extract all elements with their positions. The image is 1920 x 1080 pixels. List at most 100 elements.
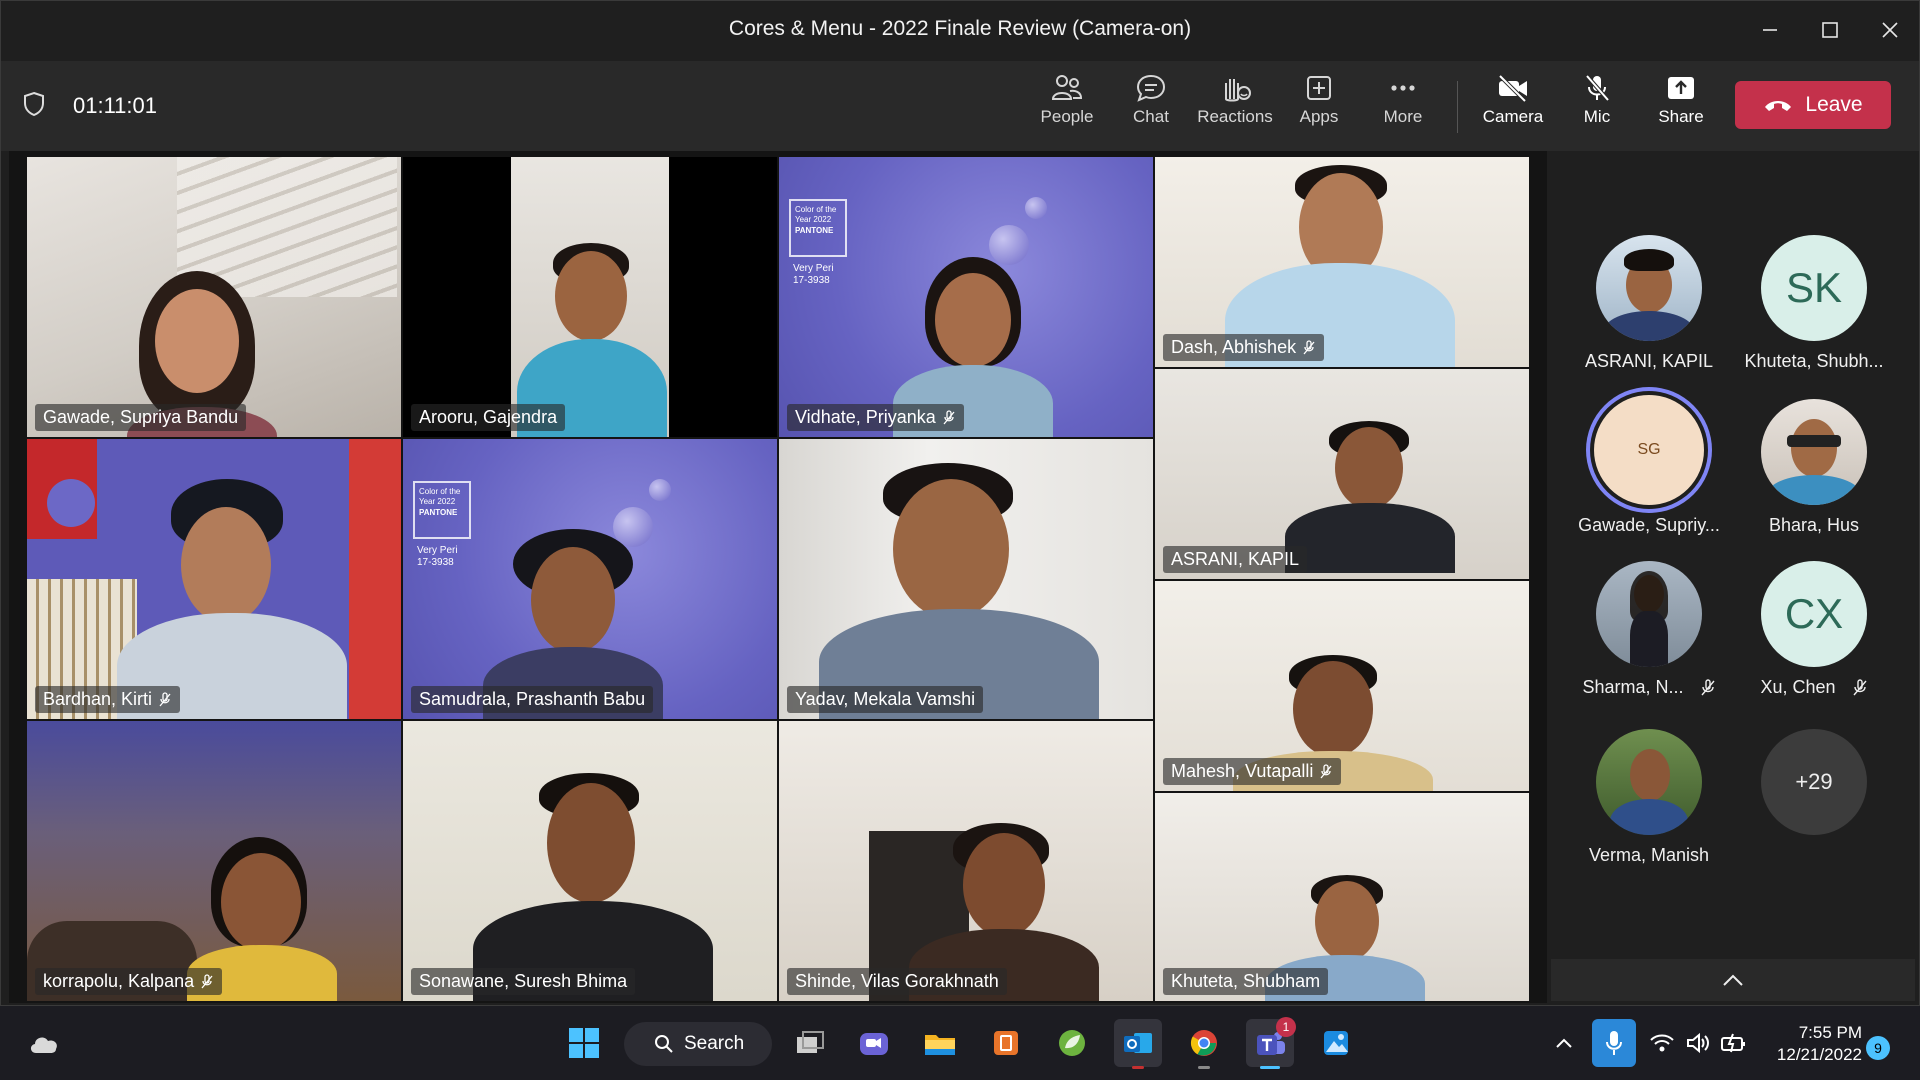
roster-participant[interactable]: SK Khuteta, Shubh... bbox=[1729, 235, 1899, 372]
office-icon bbox=[994, 1031, 1018, 1055]
avatar: SG bbox=[1594, 395, 1704, 505]
roster-participant-speaking[interactable]: SG Gawade, Supriy... bbox=[1564, 395, 1734, 536]
video-tile[interactable]: korrapolu, Kalpana bbox=[27, 721, 401, 1001]
teams-meeting-window: Cores & Menu - 2022 Finale Review (Camer… bbox=[0, 0, 1920, 1006]
leave-label: Leave bbox=[1805, 93, 1863, 116]
speaker-icon bbox=[1687, 1032, 1709, 1054]
spring-tool-app[interactable] bbox=[1048, 1019, 1096, 1067]
roster-name: ASRANI, KAPIL bbox=[1584, 351, 1714, 371]
roster-name: Sharma, N... bbox=[1582, 677, 1684, 697]
participant-name: Dash, Abhishek bbox=[1171, 337, 1297, 357]
maximize-button[interactable] bbox=[1801, 7, 1859, 53]
participant-name: Samudrala, Prashanth Babu bbox=[419, 689, 646, 709]
avatar bbox=[1761, 399, 1867, 505]
microphone-in-use[interactable] bbox=[1592, 1019, 1636, 1067]
video-tile[interactable]: Gawade, Supriya Bandu bbox=[27, 157, 401, 437]
participant-name-label: Samudrala, Prashanth Babu bbox=[411, 686, 654, 713]
video-tile[interactable]: Color of the Year 2022 PANTONE Very Peri 1… bbox=[403, 439, 777, 719]
more-label: More bbox=[1383, 107, 1423, 126]
shield-icon bbox=[24, 91, 44, 117]
title-bar: Cores & Menu - 2022 Finale Review (Camer… bbox=[1, 1, 1919, 61]
share-button[interactable]: Share bbox=[1641, 73, 1721, 143]
participant-name: ASRANI, KAPIL bbox=[1171, 549, 1300, 569]
chat-button[interactable]: Chat bbox=[1111, 73, 1191, 143]
wifi-icon bbox=[1650, 1034, 1674, 1052]
apps-icon bbox=[1307, 76, 1331, 100]
volume-control[interactable] bbox=[1680, 1019, 1716, 1067]
camera-label: Camera bbox=[1482, 107, 1544, 126]
reactions-icon bbox=[1225, 79, 1251, 102]
people-icon bbox=[1051, 75, 1083, 100]
teams-app[interactable]: 1 bbox=[1246, 1017, 1296, 1069]
roster-participant[interactable]: CX Xu, Chen bbox=[1729, 561, 1899, 698]
pantone-name: Very Peri bbox=[793, 263, 834, 274]
outlook-app[interactable] bbox=[1114, 1019, 1162, 1069]
pantone-code: 17-3938 bbox=[417, 557, 454, 568]
chevron-up-icon bbox=[1556, 1038, 1572, 1048]
video-tile[interactable]: Mahesh, Vutapalli bbox=[1155, 581, 1529, 791]
meeting-toolbar: 01:11:01 People Chat Reactions Apps More… bbox=[1, 61, 1919, 151]
participant-name-label: Vidhate, Priyanka bbox=[787, 404, 964, 431]
file-explorer-app[interactable] bbox=[916, 1019, 964, 1067]
show-hidden-icons[interactable] bbox=[1548, 1019, 1580, 1067]
windows-logo-icon bbox=[569, 1028, 599, 1058]
teams-chat-app[interactable] bbox=[850, 1019, 898, 1067]
video-tile[interactable]: Shinde, Vilas Gorakhnath bbox=[779, 721, 1153, 1001]
participant-name-label: Shinde, Vilas Gorakhnath bbox=[787, 968, 1007, 995]
close-button[interactable] bbox=[1861, 7, 1919, 53]
mic-muted-icon bbox=[1303, 339, 1315, 354]
people-button[interactable]: People bbox=[1027, 73, 1107, 143]
roster-participant[interactable]: ASRANI, KAPIL bbox=[1564, 235, 1734, 372]
weather-widget[interactable] bbox=[20, 1019, 68, 1067]
pantone-caption: Color of the Year 2022 bbox=[795, 205, 837, 225]
start-button[interactable] bbox=[560, 1019, 608, 1067]
more-button[interactable]: More bbox=[1363, 73, 1443, 143]
video-tile[interactable]: Sonawane, Suresh Bhima bbox=[403, 721, 777, 1001]
camera-button[interactable]: Camera bbox=[1473, 73, 1553, 143]
system-clock[interactable]: 7:55 PM 12/21/2022 bbox=[1762, 1022, 1862, 1066]
expand-roster-button[interactable] bbox=[1551, 959, 1915, 1001]
participant-name: Gawade, Supriya Bandu bbox=[43, 407, 239, 427]
roster-name: Bhara, Hus bbox=[1768, 515, 1860, 535]
video-tile[interactable]: Dash, Abhishek bbox=[1155, 157, 1529, 367]
pantone-brand: PANTONE bbox=[795, 225, 834, 235]
notification-count-badge[interactable]: 9 bbox=[1866, 1036, 1890, 1060]
video-tile[interactable]: Khuteta, Shubham bbox=[1155, 793, 1529, 1001]
video-tile[interactable]: Yadav, Mekala Vamshi bbox=[779, 439, 1153, 719]
roster-participant[interactable]: Bhara, Hus bbox=[1729, 399, 1899, 536]
battery-status[interactable] bbox=[1716, 1019, 1752, 1067]
wifi-status[interactable] bbox=[1644, 1019, 1680, 1067]
video-tile[interactable]: ASRANI, KAPIL bbox=[1155, 369, 1529, 579]
chrome-app[interactable] bbox=[1180, 1019, 1228, 1069]
roster-participant[interactable]: Sharma, N... bbox=[1564, 561, 1734, 698]
mic-muted-icon bbox=[1852, 678, 1867, 695]
participant-name: Sonawane, Suresh Bhima bbox=[419, 971, 628, 991]
avatar: CX bbox=[1761, 561, 1867, 667]
video-tile[interactable]: Color of the Year 2022 PANTONE Very Peri 1… bbox=[779, 157, 1153, 437]
video-gallery: Gawade, Supriya Bandu Arooru, Gajendra C… bbox=[9, 151, 1547, 1003]
decorative-sphere bbox=[1025, 197, 1047, 219]
office-app[interactable] bbox=[982, 1019, 1030, 1067]
mic-muted-icon bbox=[943, 409, 955, 424]
mic-button[interactable]: Mic bbox=[1557, 73, 1637, 143]
video-tile[interactable]: Arooru, Gajendra bbox=[403, 157, 777, 437]
taskbar-search[interactable]: Search bbox=[624, 1022, 772, 1066]
reactions-button[interactable]: Reactions bbox=[1195, 73, 1275, 143]
pantone-code: 17-3938 bbox=[793, 275, 830, 286]
task-view-button[interactable] bbox=[786, 1019, 834, 1067]
show-more-participants[interactable]: +29 bbox=[1729, 729, 1899, 835]
roster-name: Gawade, Supriy... bbox=[1578, 515, 1720, 535]
avatar bbox=[1596, 235, 1702, 341]
participant-name: Arooru, Gajendra bbox=[419, 407, 558, 427]
share-tray-icon bbox=[1668, 77, 1694, 99]
photos-app[interactable] bbox=[1312, 1019, 1360, 1067]
roster-participant[interactable]: Verma, Manish bbox=[1564, 729, 1734, 866]
apps-button[interactable]: Apps bbox=[1279, 73, 1359, 143]
minimize-button[interactable] bbox=[1741, 7, 1799, 53]
leave-button[interactable]: Leave bbox=[1735, 81, 1891, 129]
cloud-icon bbox=[30, 1037, 57, 1053]
close-icon bbox=[1882, 22, 1898, 38]
decorative-sphere bbox=[989, 225, 1029, 265]
avatar bbox=[1596, 561, 1702, 667]
video-tile[interactable]: Bardhan, Kirti bbox=[27, 439, 401, 719]
